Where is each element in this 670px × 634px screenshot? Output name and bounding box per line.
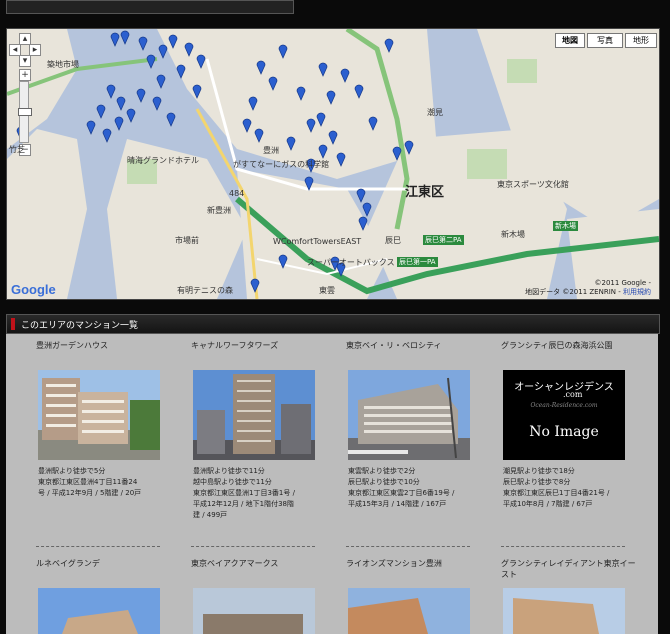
no-image-script: Ocean-Residence.com xyxy=(530,402,598,409)
listing-card[interactable]: ライオンズマンション豊洲 xyxy=(346,558,486,634)
listing-details: 豊洲駅より徒歩で5分 東京都江東区豊洲4丁目11番24 号 / 平成12年9月 … xyxy=(38,466,178,499)
section-marker xyxy=(11,318,15,330)
listing-name[interactable]: 東京ベイアクアマークス xyxy=(191,558,331,580)
header-banner-strip xyxy=(6,0,294,14)
listing-name[interactable]: グランシティレイディアント東京イースト xyxy=(501,558,641,580)
listing-access: 豊洲駅より徒歩で5分 xyxy=(38,467,106,475)
map-label-tsukiji: 築地市場 xyxy=(47,60,79,69)
listing-access: 潮見駅より徒歩で18分 xyxy=(503,467,575,475)
map-data-attribution: 地図データ ©2011 ZENRIN - 利用規約 xyxy=(525,287,651,297)
listing-card[interactable]: 豊洲ガーデンハウス 豊洲駅より徒歩で5分 東京都江東区豊洲4丁目11番24 号 … xyxy=(36,340,176,497)
listing-name[interactable]: 豊洲ガーデンハウス xyxy=(36,340,176,362)
no-image-suffix: .com xyxy=(563,390,583,399)
listing-details: 豊洲駅より徒歩で11分 越中島駅より徒歩で11分 東京都江東区豊洲1丁目3番1号… xyxy=(193,466,333,521)
listing-details: 東雲駅より徒歩で2分 辰巳駅より徒歩で10分 東京都江東区東雲2丁目6番19号 … xyxy=(348,466,488,510)
map-label-ichibamae: 市場前 xyxy=(175,236,199,245)
listing-card[interactable]: 東京ベイアクアマークス xyxy=(191,558,331,634)
zoom-slider[interactable] xyxy=(18,81,32,143)
map-data-text: 地図データ ©2011 ZENRIN - xyxy=(525,288,621,296)
map-type-terrain-button[interactable]: 地形 xyxy=(625,33,657,48)
listing-card[interactable]: グランシティレイディアント東京イースト xyxy=(501,558,641,634)
map-label-sparkle: 東京スポーツ文化館 xyxy=(497,180,569,189)
map-label-route: 484 xyxy=(229,189,245,198)
map-type-map-button[interactable]: 地図 xyxy=(555,33,585,48)
map-label-shiomi: 潮見 xyxy=(427,108,443,117)
card-divider xyxy=(36,546,160,547)
listing-access: 辰巳駅より徒歩で8分 xyxy=(503,478,571,486)
listing-info: 建 / 499戸 xyxy=(193,511,228,519)
listing-card[interactable]: グランシティ辰巳の森海浜公園 オーシャンレジデンス .com Ocean-Res… xyxy=(501,340,641,508)
map-label-tatsumi: 辰巳 xyxy=(385,236,401,245)
no-image-label: No Image xyxy=(529,424,599,440)
listing-grid: 豊洲ガーデンハウス 豊洲駅より徒歩で5分 東京都江東区豊洲4丁目11番24 号 … xyxy=(6,334,658,634)
map-label-jct2: 辰巳第一PA xyxy=(397,257,438,267)
map-label-koto: 江東区 xyxy=(405,185,445,200)
listing-access: 豊洲駅より徒歩で11分 xyxy=(193,467,265,475)
listing-address: 東京都江東区豊洲4丁目11番24 xyxy=(38,478,138,486)
listing-card[interactable]: キャナルワーフタワーズ 豊洲駅より徒歩で11分 越中島駅より徒歩で11分 東京都… xyxy=(191,340,331,519)
listing-info: 号 / 平成12年9月 / 5階建 / 20戸 xyxy=(38,489,142,497)
map-type-satellite-button[interactable]: 写真 xyxy=(587,33,623,48)
listing-access: 辰巳駅より徒歩で10分 xyxy=(348,478,420,486)
zoom-slider-handle[interactable] xyxy=(18,108,32,116)
listing-name[interactable]: グランシティ辰巳の森海浜公園 xyxy=(501,340,641,362)
map-label-wcomfort: WComfortTowersEAST xyxy=(273,237,362,246)
listing-info: 平成15年3月 / 14階建 / 167戸 xyxy=(348,500,447,508)
map-label-shintoyosu: 新豊洲 xyxy=(207,206,231,215)
listing-info: 平成12年12月 / 地下1階付38階 xyxy=(193,500,294,508)
listing-photo[interactable] xyxy=(193,370,315,460)
listing-photo[interactable] xyxy=(348,370,470,460)
section-header: このエリアのマンション一覧 xyxy=(6,314,660,334)
listing-photo[interactable] xyxy=(38,370,160,460)
listing-access: 越中島駅より徒歩で11分 xyxy=(193,478,272,486)
zoom-in-icon[interactable]: + xyxy=(19,69,31,81)
listing-photo[interactable] xyxy=(38,588,160,634)
map-label-ganz: がすてなーにガスの科学館 xyxy=(233,160,330,169)
listing-photo[interactable] xyxy=(193,588,315,634)
listing-info: 平成10年8月 / 7階建 / 67戸 xyxy=(503,500,593,508)
map-label-toyosu: 豊洲 xyxy=(263,146,279,155)
listing-name[interactable]: 東京ベイ・リ・ベロシティ xyxy=(346,340,486,362)
listing-card[interactable]: 東京ベイ・リ・ベロシティ 東雲駅より徒歩で2分 辰巳駅より徒歩で10分 東京都江… xyxy=(346,340,486,508)
map-label-ariake: 有明テニスの森 xyxy=(177,286,233,295)
listing-card[interactable]: ルネベイグランデ xyxy=(36,558,176,634)
listing-name[interactable]: ライオンズマンション豊洲 xyxy=(346,558,486,580)
pan-down-icon[interactable]: ▾ xyxy=(19,55,31,67)
map-label-hotel: 晴海グランドホテル xyxy=(127,156,199,165)
card-divider xyxy=(501,546,625,547)
card-divider xyxy=(191,546,315,547)
listing-address: 東京都江東区辰巳1丁目4番21号 / xyxy=(503,489,610,497)
map-label-shinonome: 東雲 xyxy=(319,286,335,295)
section-title: このエリアのマンション一覧 xyxy=(21,321,139,331)
map-label-shinkiba: 新木場 xyxy=(501,230,525,239)
area-map[interactable]: 地図 写真 地形 ▴ ◂ ▸ ▾ + − 築地市場 竹芝 豊洲 新豊洲 市場前 … xyxy=(6,28,660,300)
map-attribution: ©2011 Google - xyxy=(594,279,651,287)
listing-access: 東雲駅より徒歩で2分 xyxy=(348,467,416,475)
listing-photo[interactable] xyxy=(348,588,470,634)
map-label-jct1: 辰巳第二PA xyxy=(423,235,464,245)
no-image-placeholder[interactable]: オーシャンレジデンス .com Ocean-Residence.com No I… xyxy=(503,370,625,460)
map-label-super: スーパーオートバックス xyxy=(307,258,395,267)
listing-name[interactable]: ルネベイグランデ xyxy=(36,558,176,580)
card-divider xyxy=(346,546,470,547)
listing-name[interactable]: キャナルワーフタワーズ xyxy=(191,340,331,362)
listing-address: 東京都江東区東雲2丁目6番19号 / xyxy=(348,489,455,497)
listing-photo[interactable] xyxy=(503,588,625,634)
terms-link[interactable]: 利用規約 xyxy=(623,288,651,296)
map-label-shinkiba2: 新木場 xyxy=(553,221,578,231)
map-label-chiiki: 竹芝 xyxy=(9,145,25,154)
google-logo: Google xyxy=(11,282,56,297)
listing-details: 潮見駅より徒歩で18分 辰巳駅より徒歩で8分 東京都江東区辰巳1丁目4番21号 … xyxy=(503,466,643,510)
listing-address: 東京都江東区豊洲1丁目3番1号 / xyxy=(193,489,295,497)
